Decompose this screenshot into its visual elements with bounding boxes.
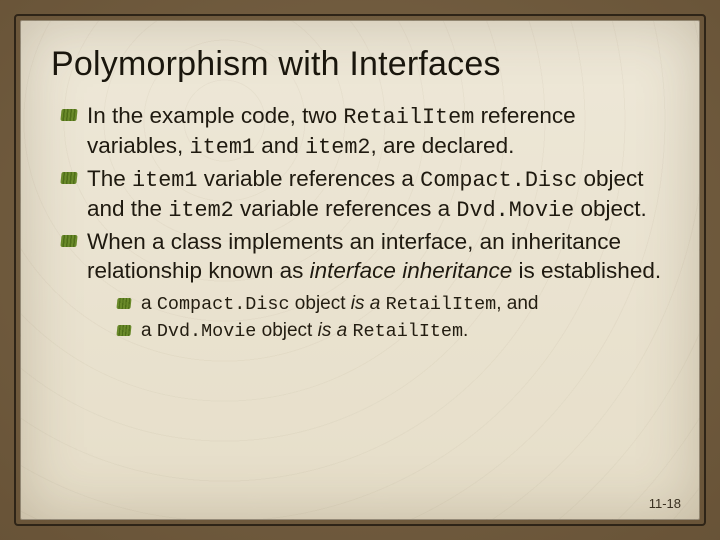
sub-bullet-2: a Dvd.Movie object is a RetailItem. <box>117 318 669 345</box>
text: In the example code, two <box>87 103 343 128</box>
bullet-3: When a class implements an interface, an… <box>61 228 669 345</box>
sub-bullet-1: a Compact.Disc object is a RetailItem, a… <box>117 291 669 318</box>
text: object <box>256 320 317 341</box>
text: . <box>463 320 468 341</box>
code: Dvd.Movie <box>456 198 574 223</box>
italic-text: interface inheritance <box>310 258 513 283</box>
code: item1 <box>190 135 255 160</box>
code: Compact.Disc <box>420 168 577 193</box>
text: object <box>290 293 351 314</box>
bullet-2: The item1 variable references a Compact.… <box>61 165 669 225</box>
slide-panel: Polymorphism with Interfaces In the exam… <box>20 20 700 520</box>
slide-number: 11-18 <box>649 496 681 511</box>
text: a <box>141 320 157 341</box>
text: variable references a <box>234 196 457 221</box>
text: , are declared. <box>371 133 515 158</box>
code: RetailItem <box>343 105 474 130</box>
bullet-list: In the example code, two RetailItem refe… <box>51 102 669 345</box>
italic-text: is a <box>351 293 381 314</box>
text: variable references a <box>197 166 420 191</box>
text: and <box>255 133 305 158</box>
code: RetailItem <box>352 321 463 342</box>
slide-title: Polymorphism with Interfaces <box>51 45 669 84</box>
text: a <box>141 293 157 314</box>
sub-list: a Compact.Disc object is a RetailItem, a… <box>87 291 669 345</box>
text: , and <box>496 293 538 314</box>
code: Compact.Disc <box>157 294 290 315</box>
text: is established. <box>512 258 661 283</box>
text: The <box>87 166 132 191</box>
bullet-1: In the example code, two RetailItem refe… <box>61 102 669 162</box>
code: item2 <box>305 135 370 160</box>
code: item2 <box>168 198 233 223</box>
italic-text: is a <box>318 320 348 341</box>
text: object. <box>574 196 647 221</box>
code: Dvd.Movie <box>157 321 257 342</box>
slide: Polymorphism with Interfaces In the exam… <box>0 0 720 540</box>
code: item1 <box>132 168 197 193</box>
code: RetailItem <box>386 294 497 315</box>
